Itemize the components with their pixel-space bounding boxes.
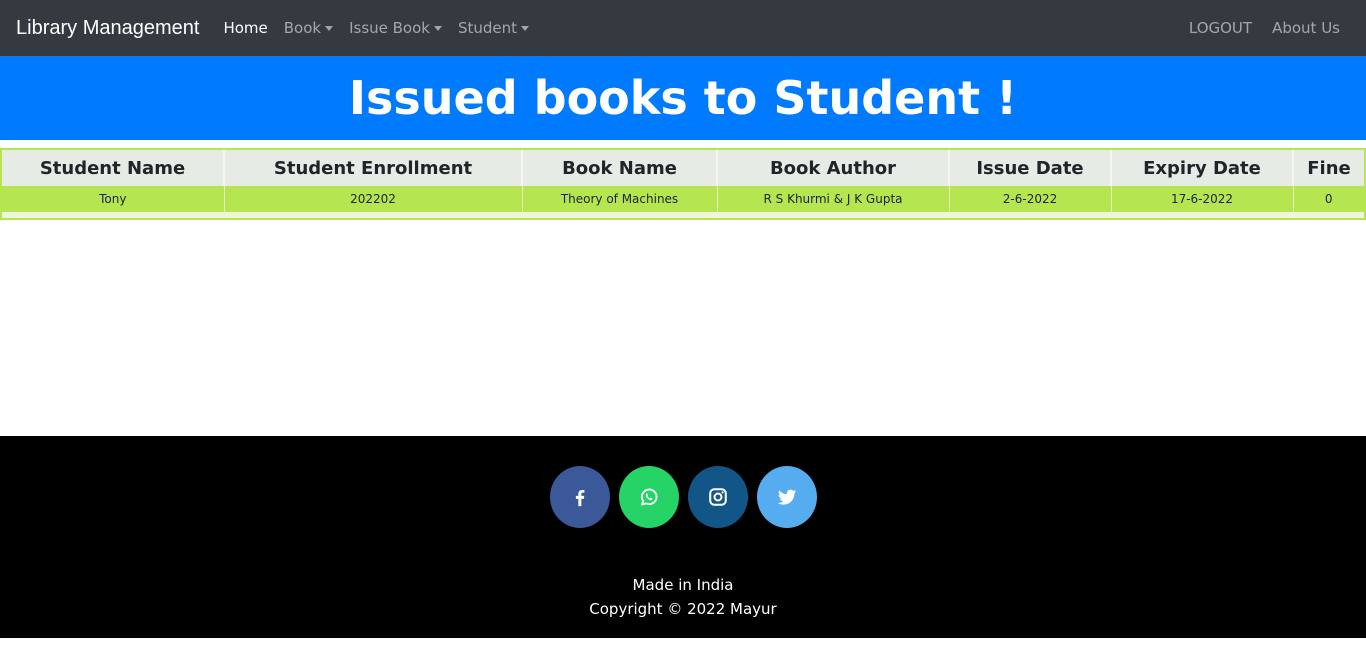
nav-item-book[interactable]: Book bbox=[276, 11, 341, 45]
column-header: Book Author bbox=[717, 150, 950, 186]
page-banner: Issued books to Student ! bbox=[0, 56, 1366, 140]
cell-issue-date: 2-6-2022 bbox=[949, 186, 1112, 212]
cell-book-author: R S Khurmi & J K Gupta bbox=[717, 186, 950, 212]
caret-down-icon bbox=[325, 25, 334, 31]
nav-right-menu: LOGOUT About Us bbox=[1179, 11, 1350, 45]
footer: Made in India Copyright © 2022 Mayur bbox=[0, 436, 1366, 638]
nav-item-label: Book bbox=[283, 19, 322, 37]
issued-books-table-container: Student Name Student Enrollment Book Nam… bbox=[0, 148, 1366, 220]
logout-link[interactable]: LOGOUT bbox=[1179, 11, 1262, 45]
whatsapp-icon bbox=[640, 488, 657, 506]
nav-menu: Home Book Issue Book Student bbox=[215, 11, 537, 45]
twitter-icon bbox=[777, 489, 796, 505]
column-header: Fine bbox=[1293, 150, 1364, 186]
cell-student-name: Tony bbox=[2, 186, 225, 212]
column-header: Student Enrollment bbox=[224, 150, 523, 186]
column-header: Book Name bbox=[522, 150, 718, 186]
copyright-text: Copyright © 2022 Mayur bbox=[589, 600, 777, 618]
whatsapp-button[interactable] bbox=[618, 466, 679, 528]
column-header: Expiry Date bbox=[1111, 150, 1294, 186]
cell-book-name: Theory of Machines bbox=[522, 186, 718, 212]
about-us-link[interactable]: About Us bbox=[1262, 11, 1350, 45]
caret-down-icon bbox=[521, 25, 530, 31]
instagram-button[interactable] bbox=[687, 466, 748, 528]
twitter-button[interactable] bbox=[756, 466, 817, 528]
facebook-icon bbox=[575, 489, 584, 507]
issued-books-table: Student Name Student Enrollment Book Nam… bbox=[2, 150, 1364, 212]
cell-expiry-date: 17-6-2022 bbox=[1111, 186, 1294, 212]
table-row: Tony 202202 Theory of Machines R S Khurm… bbox=[2, 186, 1364, 212]
navbar-brand[interactable]: Library Management bbox=[16, 17, 199, 40]
nav-item-label: Home bbox=[223, 19, 268, 37]
caret-down-icon bbox=[433, 25, 442, 31]
cell-student-enrollment: 202202 bbox=[224, 186, 523, 212]
nav-item-label: Student bbox=[457, 19, 518, 37]
nav-item-label: Issue Book bbox=[349, 19, 430, 37]
cell-fine: 0 bbox=[1293, 186, 1364, 212]
column-header: Issue Date bbox=[949, 150, 1112, 186]
nav-item-student[interactable]: Student bbox=[450, 11, 537, 45]
nav-item-home[interactable]: Home bbox=[215, 11, 275, 45]
nav-item-issue-book[interactable]: Issue Book bbox=[341, 11, 450, 45]
table-header-row: Student Name Student Enrollment Book Nam… bbox=[2, 150, 1364, 186]
navbar: Library Management Home Book Issue Book … bbox=[0, 0, 1366, 56]
column-header: Student Name bbox=[2, 150, 225, 186]
instagram-icon bbox=[708, 488, 727, 506]
page-title: Issued books to Student ! bbox=[348, 71, 1018, 125]
made-in-text: Made in India bbox=[632, 576, 734, 594]
social-links bbox=[0, 466, 1366, 528]
facebook-button[interactable] bbox=[549, 466, 610, 528]
